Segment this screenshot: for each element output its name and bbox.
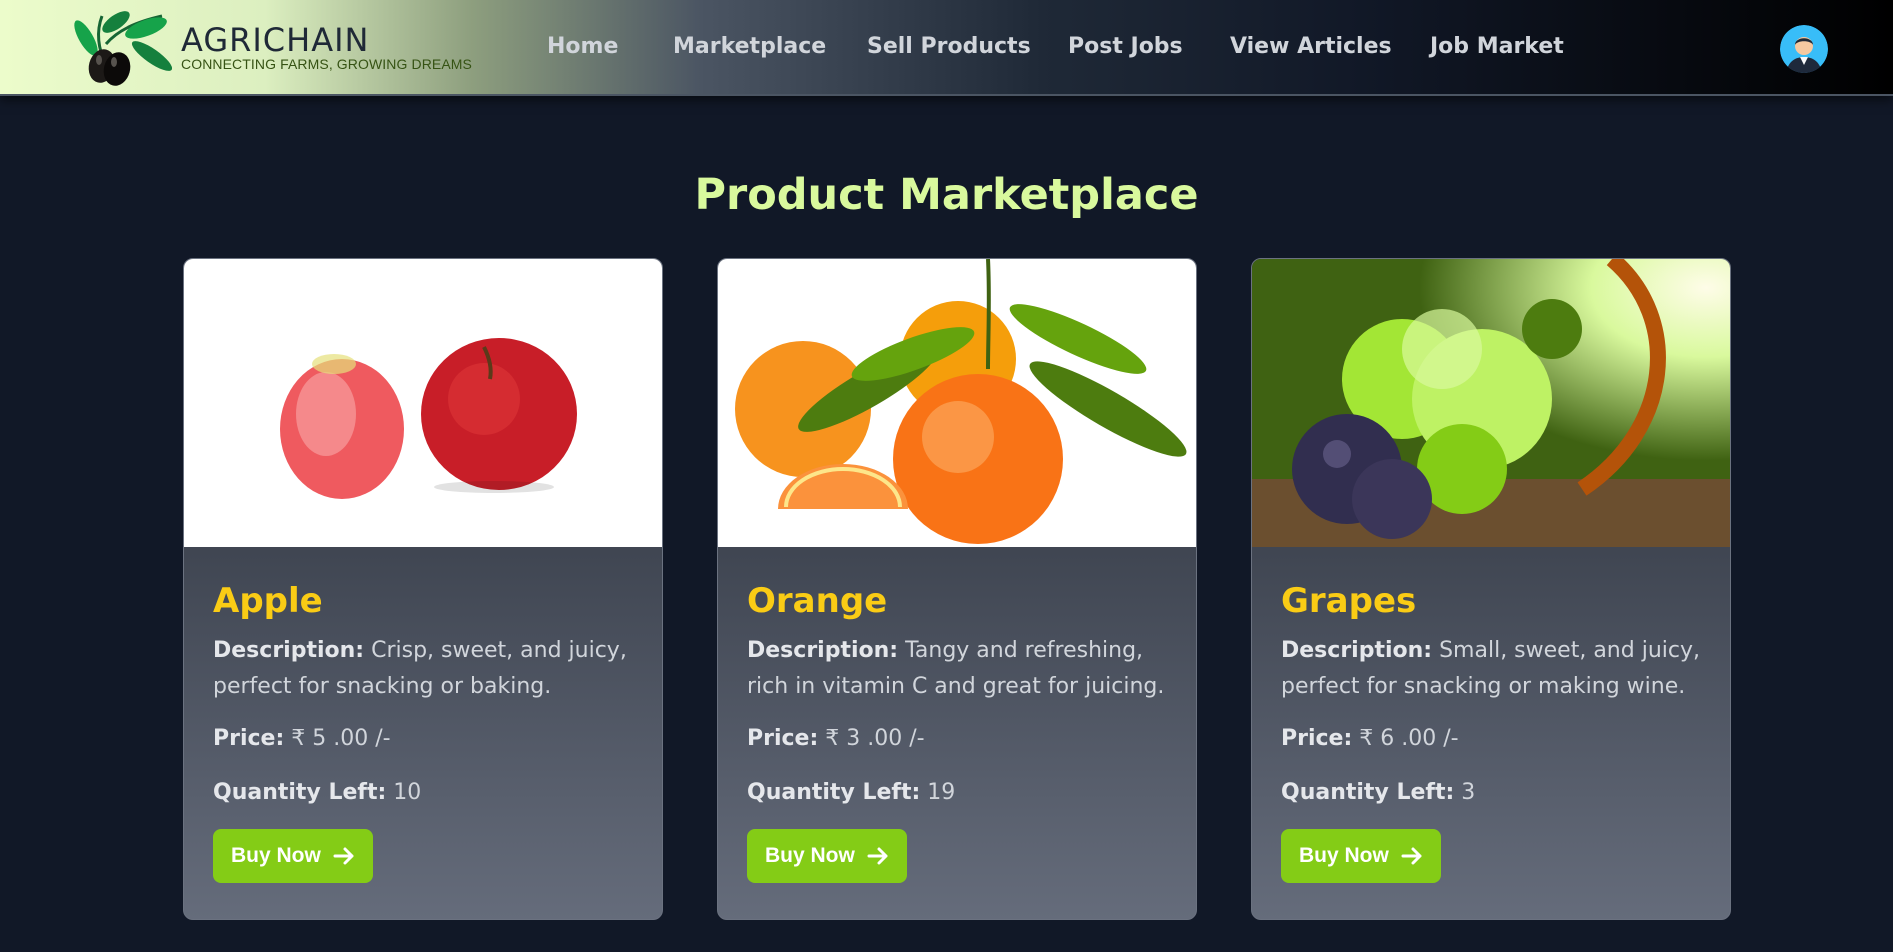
user-avatar[interactable] [1780, 25, 1828, 73]
nav-item-marketplace[interactable]: Marketplace [673, 34, 826, 59]
product-description: Description: Small, sweet, and juicy, pe… [1281, 633, 1701, 705]
arrow-right-icon [333, 847, 354, 865]
quantity-label: Quantity Left: [747, 780, 921, 805]
product-quantity: Quantity Left: 19 [747, 775, 1167, 811]
product-description: Description: Tangy and refreshing, rich … [747, 633, 1167, 705]
brand-tagline: CONNECTING FARMS, GROWING DREAMS [181, 56, 472, 72]
description-label: Description: [213, 638, 365, 663]
user-avatar-icon [1780, 25, 1828, 73]
description-label: Description: [1281, 638, 1433, 663]
price-value: ₹ 5 .00 /- [291, 726, 391, 751]
orange-product-image [718, 259, 1196, 547]
product-name: Apple [213, 581, 323, 621]
brand-name: AGRICHAIN [181, 21, 370, 59]
product-quantity: Quantity Left: 10 [213, 775, 633, 811]
quantity-label: Quantity Left: [213, 780, 387, 805]
arrow-right-icon [867, 847, 888, 865]
price-value: ₹ 3 .00 /- [825, 726, 925, 751]
nav-item-view-articles[interactable]: View Articles [1230, 34, 1392, 59]
buy-now-button[interactable]: Buy Now [747, 829, 907, 883]
product-name: Orange [747, 581, 888, 621]
buy-now-label: Buy Now [1299, 844, 1389, 867]
product-price: Price: ₹ 3 .00 /- [747, 721, 1167, 757]
product-price: Price: ₹ 5 .00 /- [213, 721, 633, 757]
price-label: Price: [1281, 726, 1353, 751]
nav-item-home[interactable]: Home [547, 34, 618, 59]
description-label: Description: [747, 638, 899, 663]
buy-now-button[interactable]: Buy Now [1281, 829, 1441, 883]
buy-now-label: Buy Now [765, 844, 855, 867]
buy-now-button[interactable]: Buy Now [213, 829, 373, 883]
nav-item-post-jobs[interactable]: Post Jobs [1068, 34, 1183, 59]
buy-now-label: Buy Now [231, 844, 321, 867]
price-value: ₹ 6 .00 /- [1359, 726, 1459, 751]
page-title: Product Marketplace [694, 170, 1199, 220]
product-card-orange: Orange Description: Tangy and refreshing… [717, 258, 1197, 920]
olive-branch-icon [74, 11, 172, 86]
grapes-product-image [1252, 259, 1730, 547]
product-quantity: Quantity Left: 3 [1281, 775, 1701, 811]
apple-product-image [184, 259, 662, 547]
quantity-value: 10 [393, 780, 422, 805]
nav-item-job-market[interactable]: Job Market [1430, 34, 1564, 59]
quantity-value: 3 [1461, 780, 1476, 805]
product-price: Price: ₹ 6 .00 /- [1281, 721, 1701, 757]
price-label: Price: [747, 726, 819, 751]
arrow-right-icon [1401, 847, 1422, 865]
quantity-value: 19 [927, 780, 956, 805]
product-card-apple: Apple Description: Crisp, sweet, and jui… [183, 258, 663, 920]
price-label: Price: [213, 726, 285, 751]
product-description: Description: Crisp, sweet, and juicy, pe… [213, 633, 633, 705]
top-navbar: AGRICHAIN CONNECTING FARMS, GROWING DREA… [0, 0, 1893, 96]
brand-logo[interactable]: AGRICHAIN CONNECTING FARMS, GROWING DREA… [62, 4, 482, 92]
product-card-grapes: Grapes Description: Small, sweet, and ju… [1251, 258, 1731, 920]
product-name: Grapes [1281, 581, 1417, 621]
quantity-label: Quantity Left: [1281, 780, 1455, 805]
nav-item-sell-products[interactable]: Sell Products [867, 34, 1031, 59]
